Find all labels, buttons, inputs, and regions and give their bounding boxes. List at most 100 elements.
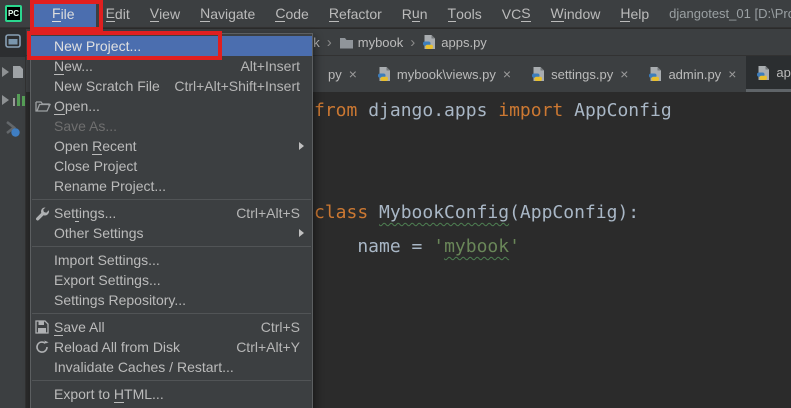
python-file-icon [756,65,771,81]
menu-window[interactable]: Window [541,0,611,28]
menu-item-shortcut: Ctrl+Alt+Y [236,339,300,355]
run-file-icon [1,65,25,84]
menu-item-shortcut: Alt+Insert [240,58,300,74]
tab-label: apps.py [776,65,791,80]
file-menu-item-settings-repository[interactable]: Settings Repository... [31,290,312,310]
code-token: ' [433,236,445,257]
file-menu-item-close-project[interactable]: Close Project [31,156,312,176]
menu-item-shortcut: Ctrl+S [260,319,300,335]
python-file-icon [531,66,546,82]
menu-item-label: Invalidate Caches / Restart... [54,359,234,375]
file-menu-item-open[interactable]: Open... [31,96,312,116]
structure-tool-icon [1,93,25,112]
menu-tools[interactable]: Tools [438,0,492,28]
menu-edit[interactable]: Edit [96,0,140,28]
tab-close-icon[interactable]: × [728,67,736,81]
file-menu-item-export-to-html[interactable]: Export to HTML... [31,384,312,404]
code-line: name = 'mybook' [314,230,791,264]
file-menu-item-save-all[interactable]: Save All Ctrl+S [31,317,312,337]
python-console-icon [4,120,22,142]
code-token: (AppConfig): [509,202,640,223]
tab-settings-py[interactable]: settings.py × [521,56,638,92]
file-menu-item-print[interactable]: Print... [31,404,312,408]
menu-item-label: New... [54,58,93,75]
menu-item-label: New Scratch File [54,78,160,94]
code-token: mybook [444,236,510,257]
menu-run[interactable]: Run [392,0,438,28]
tab-label: mybook\views.py [396,66,496,82]
menu-vcs[interactable]: VC S [492,0,541,28]
folder-icon [339,36,354,49]
menu-item-label: Save As... [54,118,118,134]
tab-close-icon[interactable]: × [349,67,357,81]
file-menu-item-new-project[interactable]: New Project... [31,36,312,56]
code-line: from django.apps import AppConfig [314,94,791,128]
menu-item-label: Open... [54,98,100,115]
menu-item-label: Close Project [54,158,138,174]
stripe-run-file-icon[interactable] [0,61,26,87]
tab-label: admin.py [668,66,722,82]
menu-item-label: Reload All from Disk [54,339,181,355]
breadcrumb-label: mybook [357,34,404,50]
file-menu-item-export-settings[interactable]: Export Settings... [31,270,312,290]
tab-close-icon[interactable]: × [620,67,628,81]
file-menu-item-settings[interactable]: Settings... Ctrl+Alt+S [31,203,312,223]
tab-py[interactable]: py × [318,56,367,92]
file-menu-item-new-scratch-file[interactable]: New Scratch File Ctrl+Alt+Shift+Insert [31,76,312,96]
python-file-icon [422,34,437,50]
menu-refactor[interactable]: Refactor [319,0,392,28]
code-token: class [314,202,369,223]
tab-close-icon[interactable]: × [503,67,511,81]
tab-apps-py[interactable]: apps.py [746,56,791,92]
breadcrumb-item-apps-py[interactable]: apps.py [422,34,487,50]
file-menu-item-import-settings[interactable]: Import Settings... [31,250,312,270]
stripe-project-tool-icon[interactable] [0,29,26,57]
menu-help[interactable]: Help [610,0,659,28]
window-title: djangotest_01 [D:\ProgramFile\PythonVirt… [669,6,791,21]
breadcrumb-label: apps.py [441,34,487,50]
menu-separator [32,313,311,314]
tab-label: py [328,66,342,82]
breadcrumb-item-mybook[interactable]: mybook [339,34,404,50]
tab-label: settings.py [551,66,614,82]
menu-file[interactable]: File [31,0,96,28]
code-token: import [498,100,564,121]
menu-item-shortcut: Ctrl+Alt+Shift+Insert [174,78,300,94]
code-token: from [314,100,358,121]
menu-separator [32,199,311,200]
menu-item-label: New Project... [54,38,142,54]
file-menu-item-new[interactable]: New... Alt+Insert [31,56,312,76]
menu-item-label: Settings Repository... [54,292,187,308]
menu-item-label: Other Settings [54,225,144,241]
folder-open-icon [35,99,54,113]
stripe-python-console-icon[interactable] [0,117,26,145]
menu-view[interactable]: View [140,0,190,28]
file-menu-item-rename-project[interactable]: Rename Project... [31,176,312,196]
code-token: AppConfig [563,100,672,121]
project-tool-icon [4,32,22,55]
menu-item-label: Import Settings... [54,252,160,268]
breadcrumb-separator: › [410,33,416,51]
menu-item-label: Settings... [54,205,117,222]
breadcrumb-separator: › [326,33,332,51]
file-menu-item-other-settings[interactable]: Other Settings [31,223,312,243]
reload-icon [35,340,54,354]
file-menu-dropdown: New Project... New... Alt+Insert New Scratc… [30,33,313,408]
file-menu-item-reload-all-from-disk[interactable]: Reload All from Disk Ctrl+Alt+Y [31,337,312,357]
tool-window-stripe [0,29,26,408]
menu-items: File Edit View Navigate Code Refactor Ru n Tools… [31,0,659,28]
file-menu-item-open-recent[interactable]: Open Recent [31,136,312,156]
stripe-structure-tool-icon[interactable] [0,89,26,115]
menu-navigate[interactable]: Navigate [190,0,265,28]
tab-mybook-views-py[interactable]: mybook\views.py × [367,56,521,92]
code-token: MybookConfig [379,202,510,223]
submenu-arrow-icon [299,229,304,237]
menu-code[interactable]: Code [265,0,318,28]
pycharm-logo-icon: PC [5,5,22,22]
file-menu-item-invalidate-caches-restart[interactable]: Invalidate Caches / Restart... [31,357,312,377]
code-token: django.apps [357,100,499,121]
tab-admin-py[interactable]: admin.py × [638,56,746,92]
menu-item-label: Export Settings... [54,272,161,288]
